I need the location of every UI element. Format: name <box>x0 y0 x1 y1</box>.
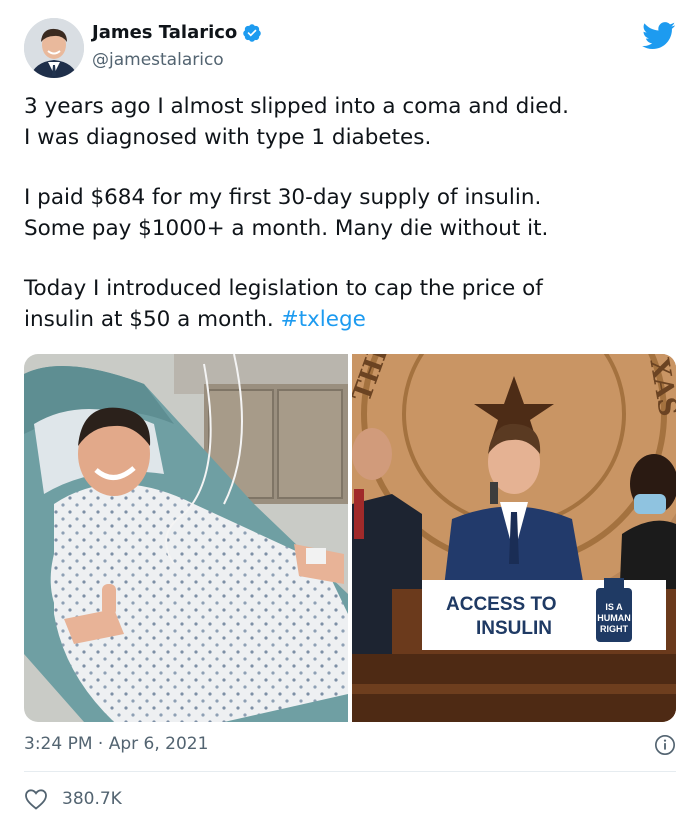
tweet-line-last: insulin at $50 a month. #txlege <box>24 305 676 336</box>
photo-hospital[interactable] <box>24 354 348 722</box>
tweet-line: Today I introduced legislation to cap th… <box>24 276 543 301</box>
twitter-bird-icon[interactable] <box>642 22 676 50</box>
divider <box>24 771 676 772</box>
sign-text-line2: INSULIN <box>476 618 552 639</box>
tweet-line: I paid $684 for my first 30-day supply o… <box>24 185 542 210</box>
sign-text-line1: ACCESS TO <box>446 594 557 615</box>
badge-text-line3: RIGHT <box>600 624 629 634</box>
like-button[interactable]: 380.7K <box>24 788 122 810</box>
handle[interactable]: @jamestalarico <box>92 50 224 70</box>
info-icon[interactable] <box>654 734 676 756</box>
heart-icon[interactable] <box>24 788 48 810</box>
tweet-header: James Talarico @jamestalarico <box>24 18 676 78</box>
photo-podium[interactable]: THE XAS ACCESS TO INSULIN IS A HUMAN RIG… <box>324 354 676 722</box>
avatar[interactable] <box>24 18 84 78</box>
like-count: 380.7K <box>62 789 122 809</box>
badge-text-line2: HUMAN <box>597 613 631 623</box>
hashtag-link[interactable]: #txlege <box>281 307 366 332</box>
tweet-line: I was diagnosed with type 1 diabetes. <box>24 124 432 150</box>
tweet-line: Some pay $1000+ a month. Many die withou… <box>24 215 549 241</box>
badge-text-line1: IS A <box>605 602 623 612</box>
tweet-line: insulin at $50 a month. <box>24 306 281 332</box>
tweet-text: 3 years ago I almost slipped into a coma… <box>24 92 676 335</box>
display-name[interactable]: James Talarico <box>92 22 237 43</box>
verified-badge-icon <box>243 23 262 42</box>
media-grid: THE XAS ACCESS TO INSULIN IS A HUMAN RIG… <box>24 354 676 722</box>
tweet-line: 3 years ago I almost slipped into a coma… <box>24 94 569 119</box>
timestamp[interactable]: 3:24 PM · Apr 6, 2021 <box>24 734 208 754</box>
name-row: James Talarico <box>92 22 262 43</box>
